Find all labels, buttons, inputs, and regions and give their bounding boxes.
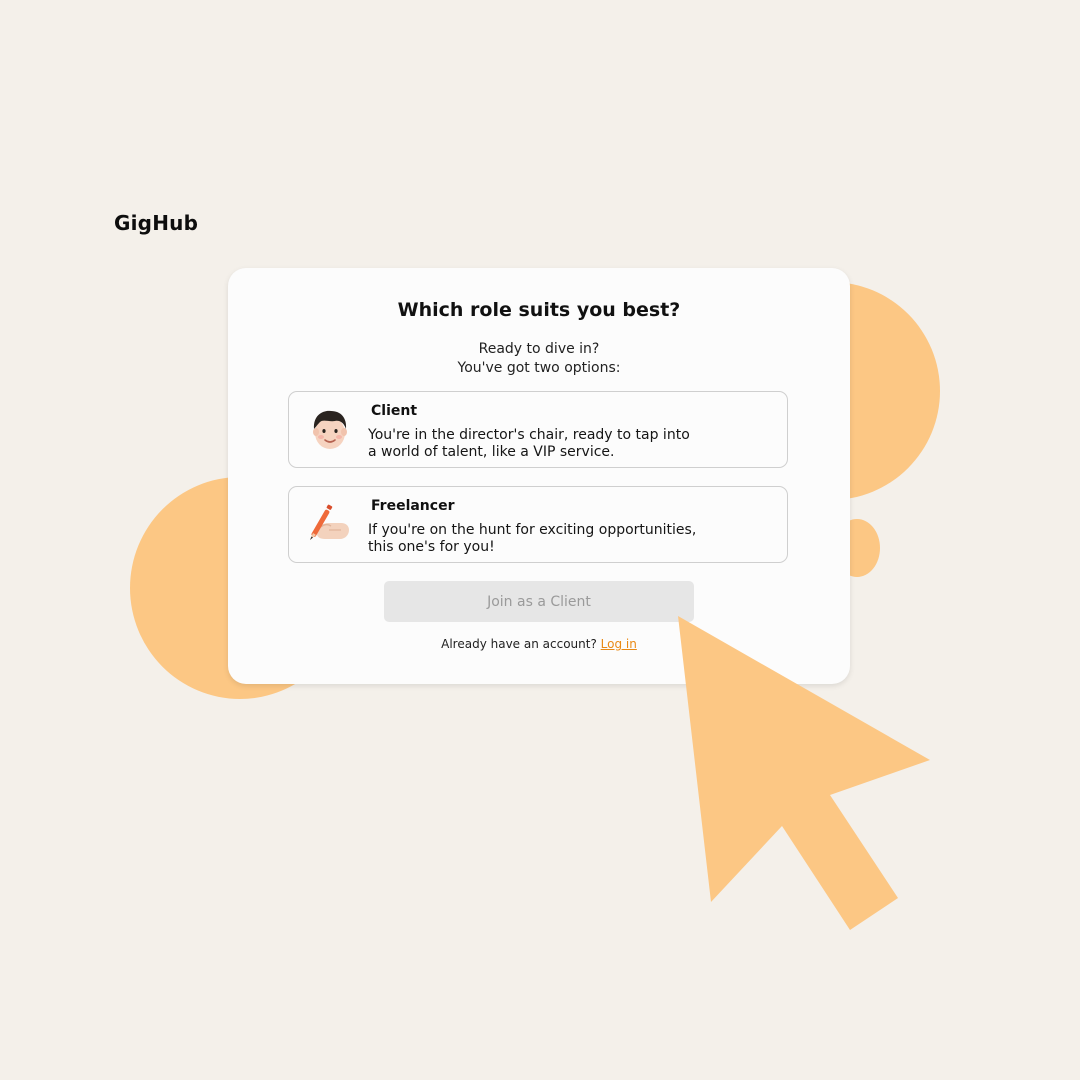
writing-hand-icon (310, 504, 349, 540)
join-button[interactable]: Join as a Client (384, 581, 694, 622)
role-option-freelancer-description-line-1: If you're on the hunt for exciting oppor… (368, 522, 697, 538)
role-option-client-title: Client (371, 403, 418, 419)
role-option-freelancer-description-line-2: this one's for you! (368, 539, 495, 555)
card-title: Which role suits you best? (397, 299, 681, 321)
role-option-client[interactable]: Client You're in the director's chair, r… (288, 391, 788, 468)
card-subtitle-line-1: Ready to dive in? (478, 341, 600, 357)
role-option-freelancer[interactable]: Freelancer If you're on the hunt for exc… (288, 486, 788, 563)
brand-logo: GigHub (114, 211, 199, 235)
role-option-freelancer-description: If you're on the hunt for exciting oppor… (368, 522, 768, 556)
card-subtitle-line-2: You've got two options: (457, 360, 621, 376)
role-option-client-description: You're in the director's chair, ready to… (368, 427, 768, 461)
login-link[interactable]: Log in (601, 637, 637, 651)
role-option-freelancer-title: Freelancer (371, 498, 455, 514)
role-option-client-description-line-2: a world of talent, like a VIP service. (368, 444, 615, 460)
login-prompt-line: Already have an account? Log in (228, 637, 850, 651)
card-subtitle: Ready to dive in? You've got two options… (228, 340, 850, 378)
role-selection-card: Which role suits you best? Ready to dive… (228, 268, 850, 684)
role-option-client-description-line-1: You're in the director's chair, ready to… (368, 427, 690, 443)
person-avatar-icon (313, 410, 347, 449)
login-prompt-text: Already have an account? (441, 637, 597, 651)
